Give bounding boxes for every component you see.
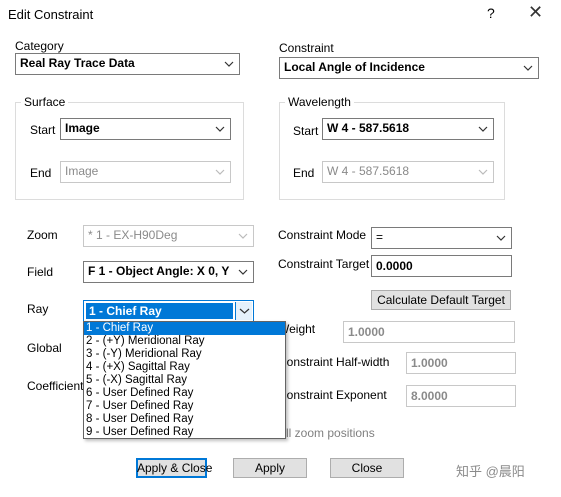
constraint-mode-value: = (376, 230, 384, 244)
all-zoom-positions-checkbox-label: All zoom positions (278, 426, 375, 440)
wavelength-start-label: Start (293, 124, 319, 138)
chevron-down-icon (477, 165, 489, 179)
field-label: Field (27, 265, 54, 279)
coefficient-label: Coefficient (27, 379, 84, 393)
ray-option[interactable]: 4 - (+X) Sagittal Ray (84, 361, 285, 374)
exponent-input: 8.0000 (406, 385, 516, 407)
surface-end-value: Image (65, 164, 99, 178)
constraint-select[interactable]: Local Angle of Incidence (279, 57, 539, 79)
apply-close-button[interactable]: Apply & Close (136, 458, 212, 478)
surface-group (15, 102, 244, 200)
wavelength-group (279, 102, 505, 200)
chevron-down-icon (237, 265, 249, 279)
global-label: Global (27, 341, 62, 355)
constraint-mode-label: Constraint Mode (278, 228, 367, 242)
ray-dropdown-button[interactable] (235, 302, 252, 320)
ray-label: Ray (27, 302, 49, 316)
help-button[interactable]: ? (487, 5, 495, 21)
surface-start-select[interactable]: Image (60, 118, 231, 140)
ray-option[interactable]: 1 - Chief Ray (84, 322, 285, 335)
surface-start-value: Image (65, 121, 100, 135)
exponent-label: Constraint Exponent (278, 388, 387, 402)
constraint-value: Local Angle of Incidence (284, 60, 425, 74)
constraint-target-label: Constraint Target (278, 257, 370, 271)
wavelength-end-label: End (293, 166, 315, 180)
wavelength-end-value: W 4 - 587.5618 (327, 164, 410, 178)
category-value: Real Ray Trace Data (20, 56, 135, 70)
zoom-select: * 1 - EX-H90Deg (83, 225, 254, 247)
ray-option[interactable]: 2 - (+Y) Meridional Ray (84, 335, 285, 348)
calculate-default-target-button[interactable]: Calculate Default Target (371, 290, 511, 310)
ray-option[interactable]: 6 - User Defined Ray (84, 387, 285, 400)
chevron-down-icon (239, 308, 250, 314)
chevron-down-icon (477, 122, 489, 136)
field-value: F 1 - Object Angle: X 0, Y (88, 264, 230, 278)
constraint-label: Constraint (279, 41, 334, 55)
chevron-down-icon (223, 57, 235, 71)
constraint-mode-select[interactable]: = (371, 227, 512, 249)
ray-option[interactable]: 9 - User Defined Ray (84, 426, 285, 439)
chevron-down-icon (214, 122, 226, 136)
ray-select[interactable]: 1 - Chief Ray (83, 300, 254, 322)
category-select[interactable]: Real Ray Trace Data (15, 53, 240, 75)
zoom-label: Zoom (27, 228, 58, 242)
wavelength-group-title: Wavelength (285, 95, 354, 109)
apply-button[interactable]: Apply (233, 458, 307, 478)
chevron-down-icon (495, 231, 507, 245)
half-width-label: Constraint Half-width (278, 355, 390, 369)
close-button[interactable]: Close (330, 458, 404, 478)
window-title: Edit Constraint (8, 7, 94, 22)
ray-dropdown-list: 1 - Chief Ray 2 - (+Y) Meridional Ray 3 … (83, 321, 286, 439)
wavelength-start-value: W 4 - 587.5618 (327, 121, 410, 135)
surface-end-label: End (30, 166, 52, 180)
surface-end-select: Image (60, 161, 231, 183)
zoom-value: * 1 - EX-H90Deg (88, 228, 178, 242)
wavelength-start-select[interactable]: W 4 - 587.5618 (322, 118, 494, 140)
ray-option[interactable]: 8 - User Defined Ray (84, 413, 285, 426)
watermark: 知乎 @晨阳 (456, 464, 525, 479)
close-window-button[interactable]: ✕ (528, 2, 543, 23)
wavelength-end-select: W 4 - 587.5618 (322, 161, 494, 183)
surface-start-label: Start (30, 123, 56, 137)
chevron-down-icon (214, 165, 226, 179)
ray-option[interactable]: 7 - User Defined Ray (84, 400, 285, 413)
ray-option[interactable]: 5 - (-X) Sagittal Ray (84, 374, 285, 387)
ray-value: 1 - Chief Ray (86, 303, 233, 319)
constraint-target-input[interactable]: 0.0000 (371, 255, 512, 277)
field-select[interactable]: F 1 - Object Angle: X 0, Y (83, 261, 254, 283)
category-label: Category (15, 39, 64, 53)
chevron-down-icon (237, 229, 249, 243)
surface-group-title: Surface (21, 95, 69, 109)
weight-input: 1.0000 (343, 321, 515, 343)
chevron-down-icon (522, 61, 534, 75)
ray-option[interactable]: 3 - (-Y) Meridional Ray (84, 348, 285, 361)
half-width-input: 1.0000 (406, 352, 516, 374)
